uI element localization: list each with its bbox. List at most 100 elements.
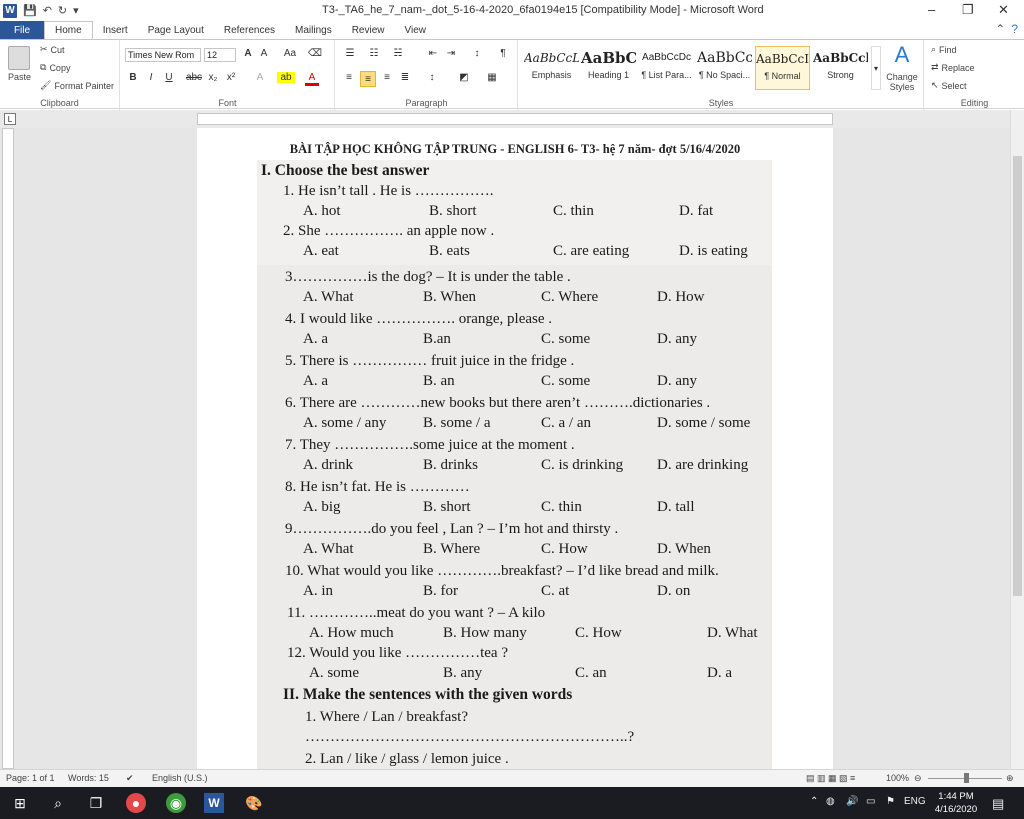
restore-button[interactable]: ❐ (962, 2, 974, 18)
zoom-level[interactable]: 100% (886, 773, 909, 783)
copy-button[interactable]: ⧉ Copy (40, 62, 70, 73)
input-language[interactable]: ENG (904, 796, 926, 807)
word-count[interactable]: Words: 15 (68, 773, 109, 783)
save-icon[interactable]: 💾 (23, 4, 37, 17)
worksheet-line: C. an (575, 665, 607, 681)
volume-icon[interactable]: 🔊 (846, 796, 858, 807)
find-button[interactable]: ⌕ Find (931, 44, 957, 55)
superscript-button[interactable]: x² (225, 72, 237, 83)
style-normal[interactable]: AaBbCcI ¶ Normal (755, 46, 810, 90)
tab-file[interactable]: File (0, 21, 44, 39)
style-list-paragraph[interactable]: AaBbCcDc ¶ List Para... (639, 46, 694, 90)
numbering-icon[interactable]: ☷ (366, 48, 382, 59)
align-right-icon[interactable]: ≡ (380, 72, 394, 83)
paste-icon[interactable] (8, 46, 30, 70)
highlight-icon[interactable]: ab (277, 72, 295, 83)
windows-start-icon[interactable]: ⊞ (10, 793, 30, 813)
collapse-ribbon-icon[interactable]: ⌃ (995, 22, 1005, 36)
worksheet-line: B. for (423, 583, 458, 599)
undo-icon[interactable]: ↶ (43, 4, 52, 17)
replace-button[interactable]: ⇄ Replace (931, 62, 975, 73)
customize-qa-icon[interactable]: ▾ (73, 4, 79, 17)
word-taskbar-icon[interactable]: W (204, 793, 224, 813)
align-center-icon[interactable]: ≡ (360, 71, 376, 87)
language-tray-icon[interactable]: ⚑ (886, 796, 895, 807)
clear-formatting-icon[interactable]: ⌫ (307, 48, 323, 59)
text-effects-icon[interactable]: A (253, 72, 267, 83)
task-view-icon[interactable]: ❐ (86, 793, 106, 813)
tab-insert[interactable]: Insert (93, 21, 138, 39)
shrink-font-button[interactable]: A (257, 48, 271, 59)
font-size-select[interactable]: 12 (204, 48, 236, 62)
page-count[interactable]: Page: 1 of 1 (6, 773, 55, 783)
decrease-indent-icon[interactable]: ⇤ (426, 48, 440, 59)
tab-mailings[interactable]: Mailings (285, 21, 342, 39)
cut-button[interactable]: ✂ Cut (40, 44, 65, 55)
justify-icon[interactable]: ≣ (398, 72, 412, 83)
network-icon[interactable]: ▭ (866, 796, 875, 807)
worksheet-line: D. is eating (679, 243, 748, 259)
font-color-icon[interactable]: A (305, 72, 319, 86)
style-strong[interactable]: AaBbCcl Strong (813, 46, 868, 90)
vertical-scrollbar[interactable] (1010, 110, 1024, 769)
font-name-select[interactable]: Times New Rom (125, 48, 201, 62)
shading-icon[interactable]: ◩ (456, 72, 472, 83)
ruler-row: L (0, 110, 1024, 128)
pilcrow-icon[interactable]: ¶ (496, 48, 510, 59)
style-heading-1[interactable]: AaBbC Heading 1 (581, 46, 636, 90)
align-left-icon[interactable]: ≡ (342, 72, 356, 83)
word-logo-icon[interactable]: W (3, 3, 17, 18)
italic-button[interactable]: I (145, 72, 157, 83)
bold-button[interactable]: B (127, 72, 139, 83)
borders-icon[interactable]: ▦ (484, 72, 500, 83)
language-indicator[interactable]: English (U.S.) (152, 773, 208, 783)
proofing-icon[interactable]: ✔ (126, 773, 134, 784)
clock[interactable]: 1:44 PM 4/16/2020 (930, 790, 982, 816)
select-button[interactable]: ↖ Select (931, 80, 967, 91)
sort-icon[interactable]: ↕ (470, 48, 484, 59)
vertical-ruler[interactable] (2, 128, 14, 769)
zoom-out-icon[interactable]: ⊖ (914, 773, 922, 784)
scrollbar-thumb[interactable] (1013, 156, 1022, 596)
style-emphasis[interactable]: AaBbCcL Emphasis (524, 46, 579, 90)
underline-button[interactable]: U (163, 72, 175, 83)
change-case-button[interactable]: Aa (281, 48, 299, 59)
tab-selector[interactable]: L (4, 113, 16, 125)
tab-view[interactable]: View (395, 21, 437, 39)
minimize-button[interactable]: – (928, 2, 935, 17)
multilevel-list-icon[interactable]: ☵ (390, 48, 406, 59)
tab-references[interactable]: References (214, 21, 285, 39)
bullets-icon[interactable]: ☰ (342, 48, 358, 59)
tab-review[interactable]: Review (342, 21, 395, 39)
line-spacing-icon[interactable]: ↕ (424, 72, 440, 83)
paste-button[interactable]: Paste (8, 72, 31, 82)
worksheet-line: B.an (423, 331, 451, 347)
paint-icon[interactable]: 🎨 (244, 793, 264, 813)
tab-home[interactable]: Home (44, 21, 93, 39)
help-icon[interactable]: ? (1011, 22, 1018, 36)
styles-more-icon[interactable]: ▾ (871, 46, 881, 90)
browser-icon[interactable]: ◉ (166, 793, 186, 813)
document-page[interactable]: BÀI TẬP HỌC KHÔNG TẬP TRUNG - ENGLISH 6-… (197, 128, 833, 769)
format-painter-button[interactable]: 🖌 Format Painter (40, 80, 114, 91)
close-button[interactable]: ✕ (998, 2, 1009, 18)
zoom-slider-handle[interactable] (964, 773, 969, 783)
view-buttons[interactable]: ▤ ▥ ▦ ▧ ≡ (806, 773, 855, 784)
zoom-in-icon[interactable]: ⊕ (1006, 773, 1014, 784)
redo-icon[interactable]: ↻ (58, 4, 67, 17)
tray-chevron-icon[interactable]: ⌃ (810, 796, 818, 807)
tab-page-layout[interactable]: Page Layout (138, 21, 214, 39)
search-icon[interactable]: ⌕ (48, 793, 68, 813)
paragraph-group: ☰ ☷ ☵ ⇤ ⇥ ↕ ¶ ≡ ≡ ≡ ≣ ↕ ◩ ▦ Paragraph (336, 40, 518, 110)
tray-app-icon[interactable]: ◍ (826, 796, 835, 807)
strikethrough-button[interactable]: abc (185, 72, 203, 83)
grow-font-button[interactable]: A (241, 48, 255, 59)
notification-icon[interactable]: ▤ (992, 796, 1004, 812)
change-styles-button[interactable]: Change Styles (885, 72, 919, 92)
style-no-spacing[interactable]: AaBbCc ¶ No Spaci... (697, 46, 752, 90)
app-icon[interactable]: ● (126, 793, 146, 813)
horizontal-ruler[interactable] (197, 113, 833, 125)
subscript-button[interactable]: x₂ (207, 72, 219, 83)
increase-indent-icon[interactable]: ⇥ (444, 48, 458, 59)
change-styles-icon[interactable]: A (889, 42, 915, 68)
